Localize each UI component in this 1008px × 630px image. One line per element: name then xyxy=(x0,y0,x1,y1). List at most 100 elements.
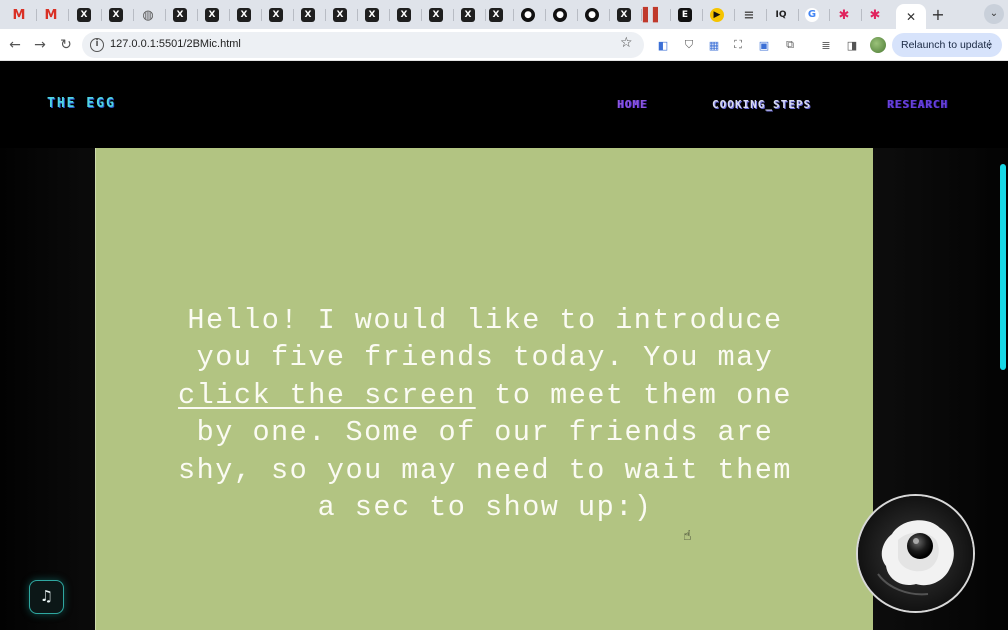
bars-icon: ▌▌ xyxy=(643,7,663,23)
tab-separator xyxy=(829,9,830,21)
github-icon: ● xyxy=(553,8,567,22)
browser-tab[interactable]: ▶ xyxy=(704,4,730,26)
tab-search-button[interactable]: ⌄ xyxy=(984,4,1004,24)
browser-tab[interactable]: M xyxy=(6,4,32,26)
x-icon: X xyxy=(461,8,475,22)
browser-tab[interactable]: X xyxy=(483,4,509,26)
browser-tab[interactable]: ≡ xyxy=(736,4,762,26)
site-brand[interactable]: THE EGG xyxy=(47,96,116,111)
bookmark-star-icon[interactable]: ☆ xyxy=(620,35,633,51)
browser-tab[interactable]: X xyxy=(199,4,225,26)
tab-separator xyxy=(577,9,578,21)
browser-tab[interactable]: X xyxy=(611,4,637,26)
browser-tab[interactable]: ✱ xyxy=(862,4,888,26)
x-icon: X xyxy=(617,8,631,22)
browser-tab[interactable]: X xyxy=(295,4,321,26)
tab-separator xyxy=(670,9,671,21)
new-tab-button[interactable]: + xyxy=(928,5,948,25)
browser-tab[interactable]: X xyxy=(423,4,449,26)
browser-tab[interactable]: X xyxy=(263,4,289,26)
nav-cooking-steps-link[interactable]: COOKING_STEPS xyxy=(712,98,811,111)
browser-tab[interactable]: M xyxy=(38,4,64,26)
back-icon[interactable]: ← xyxy=(5,35,25,55)
tab-separator xyxy=(609,9,610,21)
intro-panel[interactable]: Hello! I would like to introduce you fiv… xyxy=(95,148,873,630)
more-menu-icon[interactable]: ⋮ xyxy=(984,33,995,57)
x-icon: X xyxy=(109,8,123,22)
puzzle-extensions-icon[interactable]: ⧉ xyxy=(782,37,798,53)
screenshot-extension-icon[interactable]: ⛶ xyxy=(730,37,746,53)
browser-tab[interactable]: ◍ xyxy=(135,4,161,26)
x-icon: X xyxy=(429,8,443,22)
nav-home-link[interactable]: HOME xyxy=(617,98,648,111)
browser-tab[interactable]: X xyxy=(71,4,97,26)
tab-separator xyxy=(133,9,134,21)
browser-tab[interactable]: G xyxy=(799,4,825,26)
side-panel-icon[interactable]: ◨ xyxy=(844,37,860,53)
browser-tab[interactable]: ▌▌ xyxy=(640,4,666,26)
lines-icon: ≡ xyxy=(743,7,755,23)
browser-tab[interactable]: ● xyxy=(515,4,541,26)
tab-separator xyxy=(229,9,230,21)
x-icon: X xyxy=(205,8,219,22)
browser-tab[interactable]: X xyxy=(359,4,385,26)
music-note-icon: ♫ xyxy=(39,587,54,605)
tab-separator xyxy=(165,9,166,21)
gmail-icon: M xyxy=(44,7,58,23)
music-toggle-button[interactable]: ♫ xyxy=(29,580,64,614)
github-icon: ● xyxy=(521,8,535,22)
tab-separator xyxy=(357,9,358,21)
nav-research-link[interactable]: RESEARCH xyxy=(887,98,948,111)
tab-separator xyxy=(421,9,422,21)
tab-separator xyxy=(389,9,390,21)
gmail-icon: M xyxy=(12,7,26,23)
browser-tab[interactable]: ● xyxy=(547,4,573,26)
address-bar[interactable]: i 127.0.0.1:5501/2BMic.html ☆ xyxy=(82,32,644,58)
x-icon: X xyxy=(301,8,315,22)
tab-separator xyxy=(325,9,326,21)
browser-tab[interactable]: E xyxy=(672,4,698,26)
click-the-screen-link[interactable]: click the screen xyxy=(178,379,476,412)
tab-separator xyxy=(101,9,102,21)
forward-icon[interactable]: → xyxy=(30,35,50,55)
reload-icon[interactable]: ↻ xyxy=(56,35,76,55)
intro-text: Hello! I would like to introduce you fiv… xyxy=(166,302,804,526)
yellow-icon: ▶ xyxy=(710,8,724,22)
x-icon: X xyxy=(237,8,251,22)
grid-extension-icon[interactable]: ▦ xyxy=(706,37,722,53)
site-info-icon[interactable]: i xyxy=(90,38,104,52)
tab-separator xyxy=(702,9,703,21)
google-icon: G xyxy=(805,8,819,22)
star-icon: ✱ xyxy=(838,7,850,23)
browser-tab[interactable]: ● xyxy=(579,4,605,26)
window-extension-icon[interactable]: ▣ xyxy=(756,37,772,53)
profile-avatar[interactable] xyxy=(870,37,886,53)
browser-tab[interactable]: X xyxy=(167,4,193,26)
x-icon: X xyxy=(173,8,187,22)
e-icon: E xyxy=(678,8,692,22)
browser-tab[interactable]: IQ xyxy=(768,4,794,26)
browser-toolbar: ← → ↻ i 127.0.0.1:5501/2BMic.html ☆ ◧ ⛉ … xyxy=(0,29,1008,61)
close-tab-icon[interactable]: ✕ xyxy=(906,10,916,24)
browser-tab[interactable]: X xyxy=(231,4,257,26)
translate-extension-icon[interactable]: ◧ xyxy=(655,37,671,53)
shield-extension-icon[interactable]: ⛉ xyxy=(681,37,697,53)
active-tab[interactable]: ✕ xyxy=(896,4,926,29)
browser-tab[interactable]: X xyxy=(455,4,481,26)
x-icon: X xyxy=(397,8,411,22)
tab-separator xyxy=(513,9,514,21)
tab-separator xyxy=(261,9,262,21)
tab-separator xyxy=(197,9,198,21)
browser-tab[interactable]: X xyxy=(103,4,129,26)
media-controls-icon[interactable]: ≣ xyxy=(818,37,834,53)
left-margin xyxy=(0,148,95,630)
browser-tab[interactable]: X xyxy=(391,4,417,26)
tab-separator xyxy=(36,9,37,21)
url-text[interactable]: 127.0.0.1:5501/2BMic.html xyxy=(110,38,241,50)
relaunch-button[interactable]: Relaunch to update ⋮ xyxy=(892,33,1002,57)
browser-tab[interactable]: X xyxy=(327,4,353,26)
fried-egg-image[interactable] xyxy=(856,494,975,613)
scrollbar-thumb[interactable] xyxy=(1000,164,1006,370)
browser-tab[interactable]: ✱ xyxy=(831,4,857,26)
x-icon: X xyxy=(365,8,379,22)
